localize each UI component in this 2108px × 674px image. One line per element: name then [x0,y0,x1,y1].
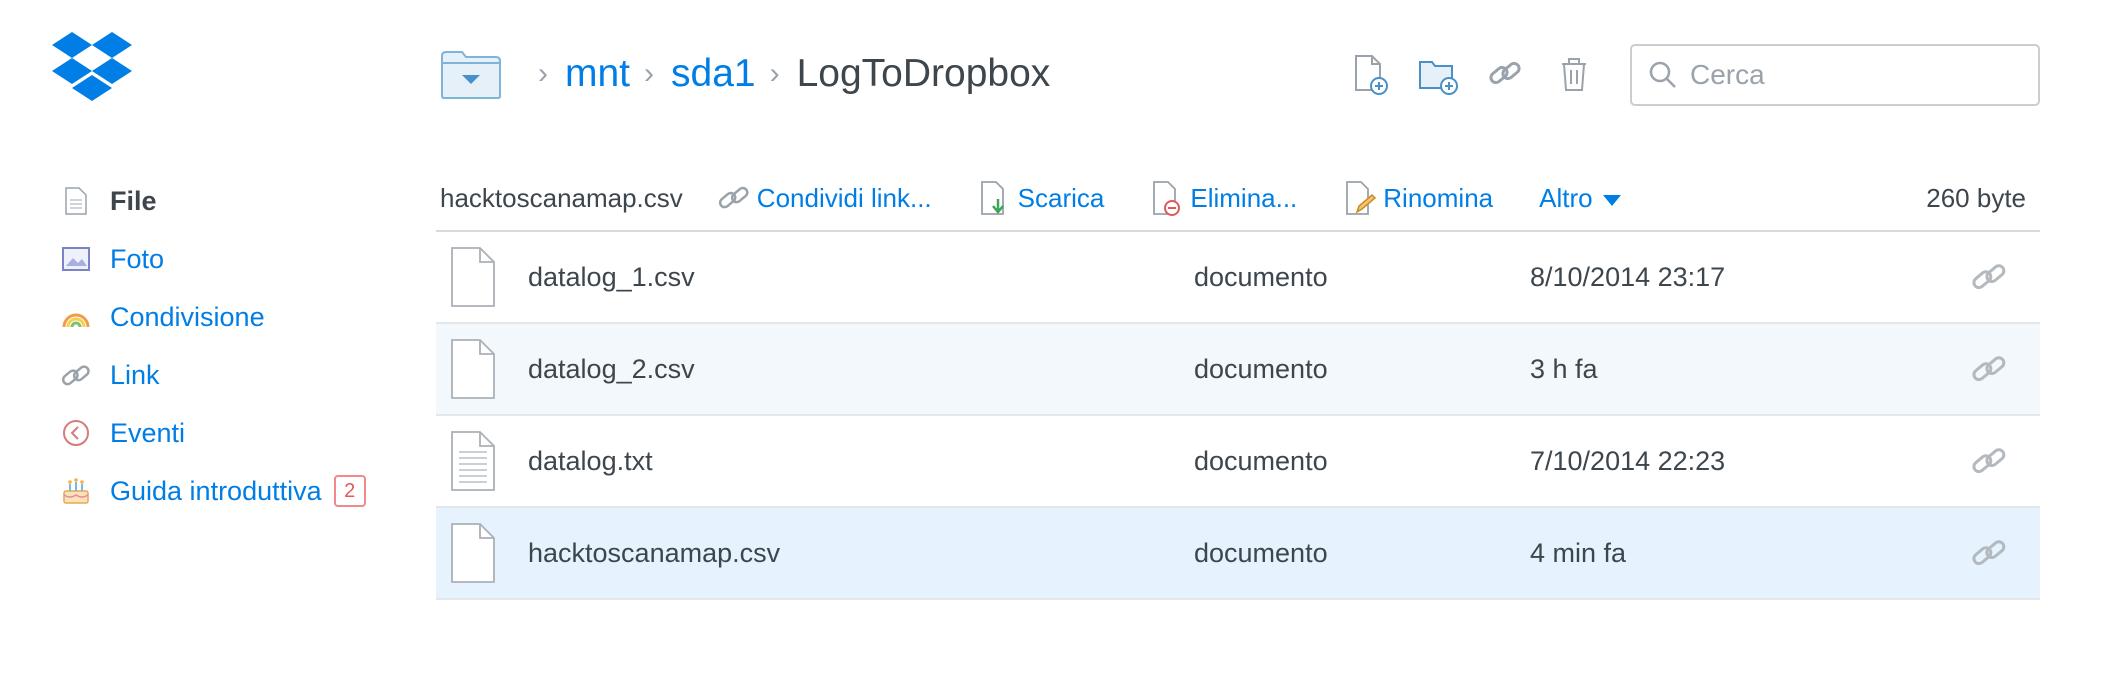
rename-label: Rinomina [1383,182,1494,213]
breadcrumb-separator: › [769,57,780,90]
sidebar-item-condivisione[interactable]: Condivisione [60,288,366,346]
file-name[interactable]: datalog_2.csv [528,354,695,385]
breadcrumb-item-mnt[interactable]: mnt [565,52,630,96]
events-clock-icon [60,417,92,449]
file-kind: documento [1194,261,1328,292]
file-row[interactable]: datalog.txt documento 7/10/2014 22:23 [436,416,2040,508]
sidebar-item-label: Guida introduttiva [110,475,322,506]
trash-icon[interactable] [1554,52,1594,96]
share-link-label: Condividi link... [756,182,932,213]
search-input[interactable] [1690,59,2030,91]
file-name[interactable]: datalog.txt [528,446,653,477]
file-size: 260 byte [1926,182,2026,213]
breadcrumb-separator: › [538,57,548,90]
rename-button[interactable]: Rinomina [1343,179,1493,217]
cake-icon [60,475,92,507]
page-title: LogToDropbox [796,52,1051,95]
rename-pencil-icon [1346,181,1377,215]
file-row[interactable]: datalog_2.csv documento 3 h fa [436,324,2040,416]
toolbar [1350,52,1622,96]
file-kind: documento [1194,445,1328,476]
chevron-down-icon [1602,194,1621,206]
sidebar-item-label: Foto [110,243,165,274]
sidebar-item-eventi[interactable]: Eventi [60,404,366,462]
file-modified: 8/10/2014 23:17 [1530,261,1726,292]
breadcrumb-item-sda1[interactable]: sda1 [671,52,756,96]
link-icon [60,359,92,391]
file-modified: 7/10/2014 22:23 [1530,445,1726,476]
file-list: datalog_1.csv documento 8/10/2014 23:17 … [436,230,2040,600]
file-modified: 4 min fa [1530,537,1627,568]
more-label: Altro [1539,182,1593,213]
delete-icon [1153,181,1181,216]
file-kind: documento [1194,353,1328,384]
sidebar-item-label: Eventi [110,417,186,448]
share-link-icon[interactable] [1970,441,2010,481]
breadcrumb: › mnt › sda1 › LogToDropbox [440,46,1050,102]
file-name[interactable]: hacktoscanamap.csv [528,538,780,569]
file-name[interactable]: datalog_1.csv [528,262,695,293]
new-file-icon[interactable] [1350,52,1390,96]
sidebar-item-link[interactable]: Link [60,346,366,404]
file-modified: 3 h fa [1530,353,1598,384]
blank-file-icon [451,523,495,583]
sidebar-item-guida-introduttiva[interactable]: Guida introduttiva 2 [60,462,366,520]
sidebar-item-label: File [110,185,157,216]
download-icon [980,181,1004,215]
share-link-icon[interactable] [1970,533,2010,573]
rainbow-icon [60,301,92,333]
share-link-icon[interactable] [1970,349,2010,389]
search-box[interactable] [1630,44,2040,106]
share-link-button[interactable]: Condividi link... [717,179,932,217]
sidebar-item-foto[interactable]: Foto [60,230,366,288]
breadcrumb-separator: › [644,57,655,90]
sidebar-item-file[interactable]: File [60,172,366,230]
sidebar-item-label: Condivisione [110,301,265,332]
dropbox-logo[interactable] [52,32,132,104]
download-label: Scarica [1017,182,1105,213]
link-icon [718,186,749,209]
text-file-icon [451,431,495,491]
notification-badge: 2 [333,475,366,507]
file-row[interactable]: datalog_1.csv documento 8/10/2014 23:17 [436,232,2040,324]
file-row[interactable]: hacktoscanamap.csv documento 4 min fa [436,508,2040,600]
file-icon [60,185,92,217]
sidebar: File Foto Condivisione Link Eventi Guida… [60,172,366,520]
file-kind: documento [1194,537,1328,568]
selected-file-name: hacktoscanamap.csv [440,182,683,213]
search-icon [1649,61,1676,88]
more-dropdown[interactable]: Altro [1539,182,1621,214]
download-button[interactable]: Scarica [978,179,1105,217]
delete-button[interactable]: Elimina... [1150,179,1297,217]
file-action-bar: hacktoscanamap.csv Condividi link... Sca… [440,170,2040,226]
share-link-icon[interactable] [1970,257,2010,297]
delete-label: Elimina... [1190,182,1298,213]
blank-file-icon [451,247,495,307]
share-link-icon[interactable] [1486,52,1526,96]
new-folder-icon[interactable] [1418,52,1458,96]
blank-file-icon [451,339,495,399]
folder-dropdown-icon[interactable] [440,48,502,100]
photo-icon [60,243,92,275]
sidebar-item-label: Link [110,359,160,390]
